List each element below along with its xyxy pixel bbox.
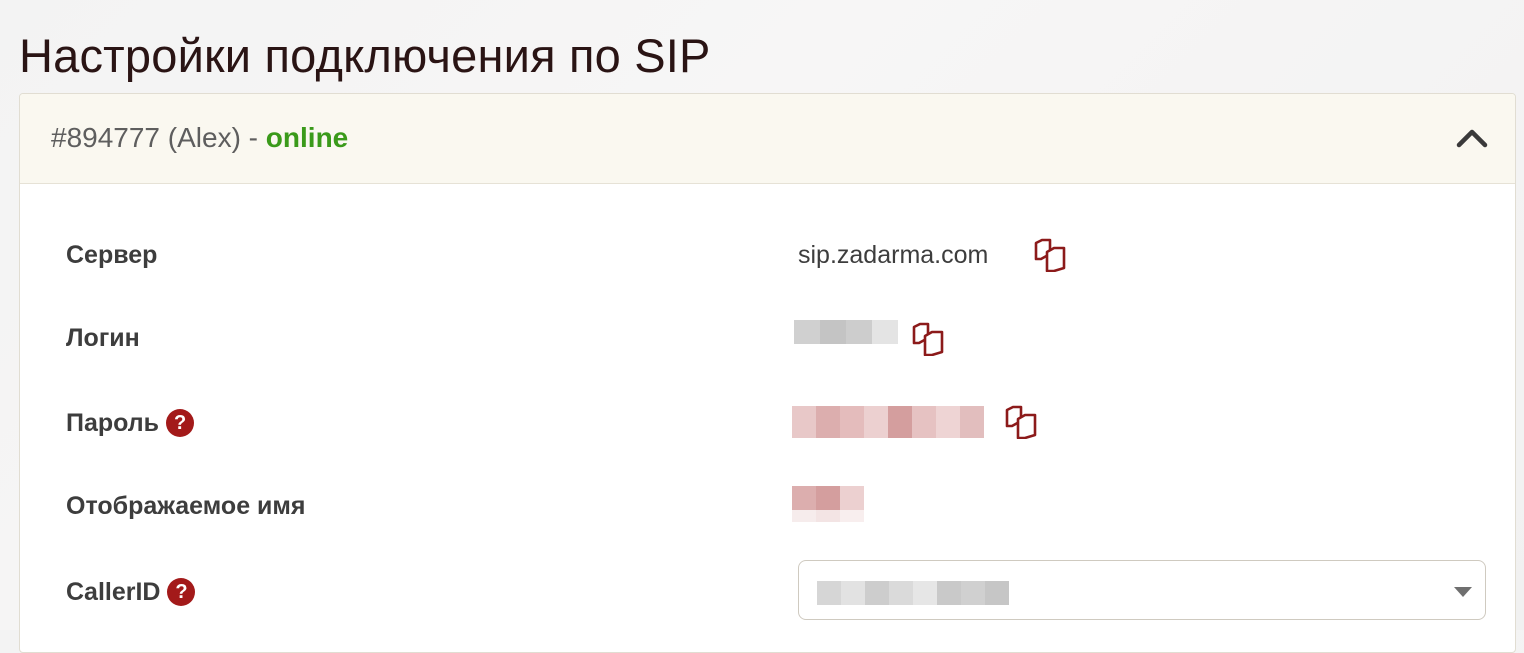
sip-account-title: #894777 (Alex) - online [51, 121, 348, 155]
server-label-text: Сервер [66, 241, 158, 269]
server-value: sip.zadarma.com [798, 241, 989, 269]
copy-icon[interactable] [1004, 405, 1038, 440]
sip-account-panel: #894777 (Alex) - online Сервер sip.zadar… [19, 93, 1516, 653]
callerid-select[interactable] [798, 560, 1486, 620]
callerid-selected-value-masked [817, 581, 1009, 605]
login-label: Логин [66, 323, 140, 353]
sip-account-panel-header[interactable]: #894777 (Alex) - online [20, 94, 1515, 184]
callerid-label: CallerID? [66, 577, 196, 607]
display-name-value-masked [792, 486, 864, 510]
login-label-text: Логин [66, 324, 140, 352]
password-label: Пароль? [66, 408, 195, 438]
help-icon[interactable]: ? [167, 578, 196, 606]
status-badge: online [265, 122, 349, 153]
password-value-masked [792, 406, 984, 438]
display-name-label: Отображаемое имя [66, 491, 306, 521]
display-name-label-text: Отображаемое имя [66, 492, 306, 520]
copy-icon[interactable] [911, 322, 945, 357]
server-row: Сервер sip.zadarma.com [20, 224, 1515, 294]
password-row: Пароль? [20, 392, 1515, 462]
account-number-label: #894777 (Alex) - [51, 122, 266, 153]
chevron-down-icon[interactable] [1454, 587, 1472, 597]
page-title: Настройки подключения по SIP [19, 29, 711, 82]
callerid-label-text: CallerID [66, 578, 161, 606]
copy-icon[interactable] [1033, 238, 1067, 273]
display-name-value-masked-lower [792, 510, 864, 522]
chevron-up-icon[interactable] [1455, 122, 1489, 152]
display-name-row: Отображаемое имя [20, 475, 1515, 545]
login-row: Логин [20, 307, 1515, 377]
login-value-masked [794, 320, 898, 344]
password-label-text: Пароль [66, 409, 160, 437]
server-label: Сервер [66, 240, 157, 270]
help-icon[interactable]: ? [166, 409, 195, 437]
